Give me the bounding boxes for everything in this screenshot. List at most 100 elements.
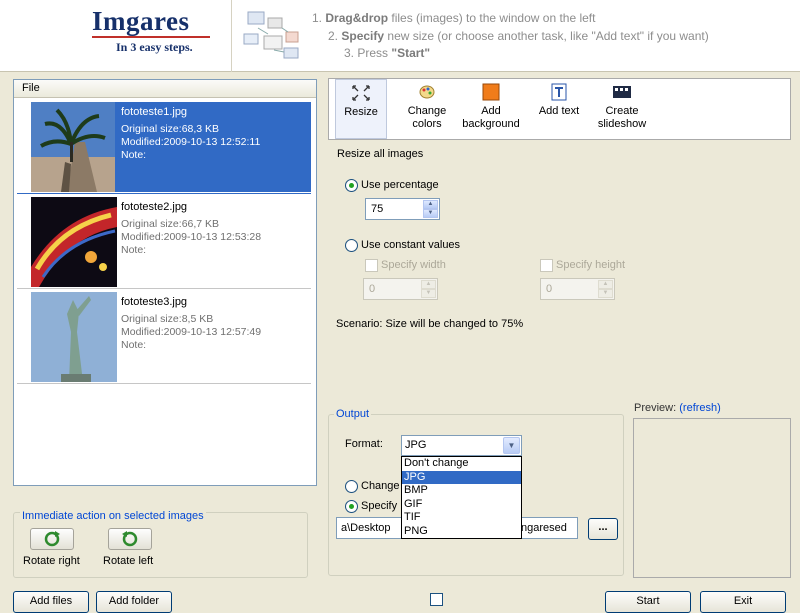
logo: Imgares	[92, 6, 190, 36]
spin-up-icon[interactable]: ▲	[423, 200, 438, 209]
rotate-left-button[interactable]	[108, 528, 152, 550]
add-folder-button[interactable]: Add folder	[96, 591, 172, 613]
percentage-spin-buttons[interactable]: ▲ ▼	[423, 200, 438, 218]
specify-height-checkbox[interactable]	[540, 259, 553, 272]
step-1-number: 1.	[312, 11, 323, 25]
steps-diagram-icon	[243, 11, 299, 59]
step-3-number: 3.	[344, 46, 355, 60]
tool-add-text-label: Add text	[538, 105, 580, 117]
tool-create-slideshow-label: Create slideshow	[597, 105, 647, 130]
file-modified: Modified:2009-10-13 12:53:28	[121, 231, 262, 243]
preview-refresh-link[interactable]: (refresh)	[679, 402, 721, 414]
specify-height-label: Specify height	[556, 259, 626, 271]
file-note: Note:	[121, 149, 147, 161]
tool-change-colors-label: Change colors	[407, 105, 447, 130]
palette-icon	[419, 85, 435, 99]
file-note: Note:	[121, 244, 147, 256]
rotate-right-label[interactable]: Rotate right	[23, 555, 80, 567]
height-stepper[interactable]: 0 ▲ ▼	[540, 278, 615, 300]
exit-button[interactable]: Exit	[700, 591, 786, 613]
file-modified: Modified:2009-10-13 12:57:49	[121, 326, 262, 338]
step-1-rest: files (images) to the window on the left	[391, 11, 596, 25]
file-column-header[interactable]: File	[14, 80, 316, 98]
format-option[interactable]: TIF	[402, 511, 521, 525]
browse-button[interactable]: ...	[588, 518, 618, 540]
thumbnail-statue	[31, 292, 117, 382]
width-spin-buttons[interactable]: ▲ ▼	[421, 280, 436, 298]
percentage-stepper[interactable]: 75 ▲ ▼	[365, 198, 440, 220]
header: Imgares In 3 easy steps. 1. Drag&drop fi…	[0, 0, 800, 72]
width-value: 0	[369, 283, 376, 295]
format-option-selected[interactable]: JPG	[402, 470, 521, 484]
specify-location-radio[interactable]	[345, 500, 358, 513]
use-constant-values-radio[interactable]	[345, 239, 358, 252]
chevron-down-icon[interactable]: ▼	[503, 437, 520, 454]
file-row-3[interactable]: fototeste3.jpg Original size:8,5 KB Modi…	[17, 290, 311, 384]
preview-label-text: Preview:	[634, 402, 677, 414]
spin-down-icon[interactable]: ▼	[423, 209, 438, 218]
file-info-3[interactable]: fototeste3.jpg Original size:8,5 KB Modi…	[115, 292, 311, 382]
tool-add-background[interactable]: Add background	[457, 79, 525, 139]
format-label: Format:	[345, 438, 383, 450]
use-constant-values-label[interactable]: Use constant values	[361, 239, 460, 251]
spin-down-icon[interactable]: ▼	[598, 289, 613, 298]
thumbnail-neon-sign	[31, 197, 117, 287]
step-2-rest: new size (or choose another task, like "…	[387, 29, 709, 43]
task-toolbar: Resize Change colors Add background Add …	[328, 78, 791, 140]
resize-arrows-icon	[352, 85, 370, 101]
file-list[interactable]: File fototeste1.jpg Original size:68,3 K…	[13, 79, 317, 486]
format-option[interactable]: GIF	[402, 498, 521, 512]
format-select[interactable]: JPG ▼	[401, 435, 522, 456]
spin-up-icon[interactable]: ▲	[598, 280, 613, 289]
spin-up-icon[interactable]: ▲	[421, 280, 436, 289]
file-row-1[interactable]: fototeste1.jpg Original size:68,3 KB Mod…	[17, 100, 311, 194]
file-name: fototeste3.jpg	[121, 296, 188, 308]
step-2-text: 2. Specify new size (or choose another t…	[328, 29, 709, 43]
file-row-2[interactable]: fototeste2.jpg Original size:66,7 KB Mod…	[17, 195, 311, 289]
format-selected-value[interactable]: JPG	[405, 439, 426, 451]
scenario-text: Scenario: Size will be changed to 75%	[336, 318, 524, 330]
use-percentage-radio[interactable]	[345, 179, 358, 192]
use-percentage-label[interactable]: Use percentage	[361, 179, 439, 191]
file-note: Note:	[121, 339, 147, 351]
height-value: 0	[546, 283, 553, 295]
tool-change-colors[interactable]: Change colors	[401, 79, 453, 139]
file-size: Original size:8,5 KB	[121, 313, 214, 325]
tool-resize-label: Resize	[344, 106, 378, 118]
specify-width-checkbox[interactable]	[365, 259, 378, 272]
rotate-left-label[interactable]: Rotate left	[103, 555, 153, 567]
rotate-right-icon	[44, 531, 60, 547]
tool-add-text[interactable]: Add text	[531, 79, 587, 139]
file-size: Original size:68,3 KB	[121, 123, 220, 135]
rotate-right-button[interactable]	[30, 528, 74, 550]
change-location-label[interactable]: Change	[361, 480, 400, 492]
format-option[interactable]: BMP	[402, 484, 521, 498]
file-info-1[interactable]: fototeste1.jpg Original size:68,3 KB Mod…	[115, 102, 311, 192]
step-1-strong: Drag&drop	[325, 11, 389, 25]
width-stepper[interactable]: 0 ▲ ▼	[363, 278, 438, 300]
spin-down-icon[interactable]: ▼	[421, 289, 436, 298]
output-title: Output	[334, 408, 372, 420]
file-name: fototeste1.jpg	[121, 106, 188, 118]
film-strip-icon	[613, 86, 631, 98]
change-location-radio[interactable]	[345, 480, 358, 493]
specify-location-label[interactable]: Specify	[361, 500, 397, 512]
resize-section-title: Resize all images	[337, 148, 424, 160]
file-modified: Modified:2009-10-13 12:52:11	[121, 136, 261, 148]
start-button[interactable]: Start	[605, 591, 691, 613]
rotate-left-icon	[122, 531, 138, 547]
output-folder-right: ngaresed	[521, 522, 567, 534]
text-icon	[551, 83, 567, 101]
format-option[interactable]: Don't change	[402, 457, 521, 471]
tool-resize[interactable]: Resize	[335, 79, 387, 139]
percentage-value[interactable]: 75	[371, 203, 383, 215]
format-option[interactable]: PNG	[402, 525, 521, 539]
add-files-button[interactable]: Add files	[13, 591, 89, 613]
height-spin-buttons[interactable]: ▲ ▼	[598, 280, 613, 298]
tool-create-slideshow[interactable]: Create slideshow	[593, 79, 651, 139]
step-1-text: 1. Drag&drop files (images) to the windo…	[312, 11, 595, 25]
orange-square-icon	[482, 83, 500, 101]
file-info-2[interactable]: fototeste2.jpg Original size:66,7 KB Mod…	[115, 197, 311, 287]
logo-underline	[92, 36, 210, 38]
format-dropdown-list[interactable]: Don't change JPG BMP GIF TIF PNG	[401, 456, 522, 539]
